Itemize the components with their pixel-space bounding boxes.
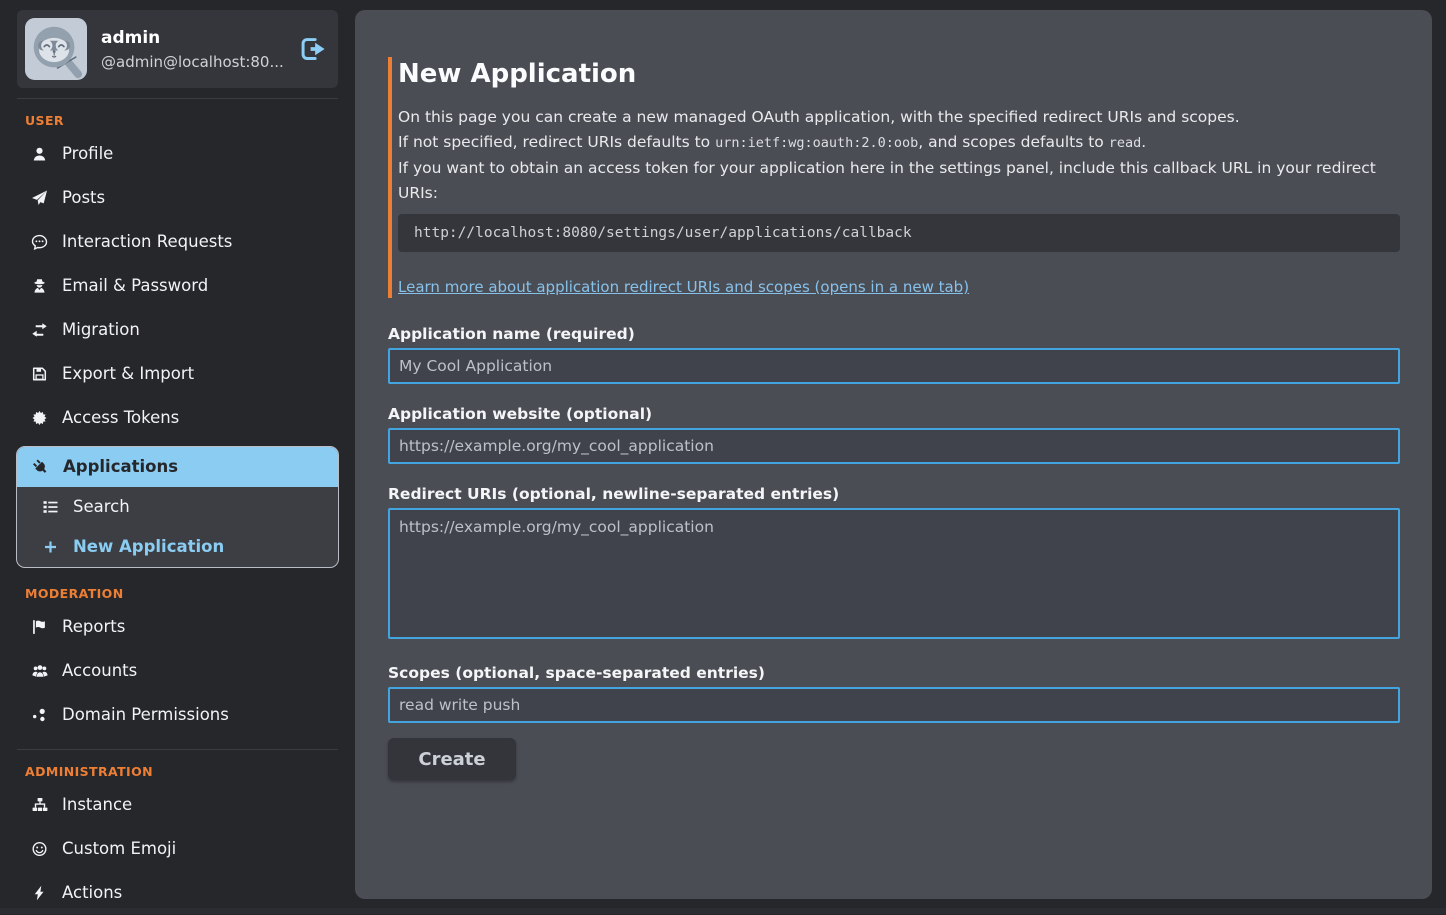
scopes-label: Scopes (optional, space-separated entrie… <box>388 665 1400 681</box>
scopes-field: Scopes (optional, space-separated entrie… <box>388 665 1400 723</box>
application-website-input[interactable] <box>388 428 1400 464</box>
sidebar-item-label: Migration <box>62 319 140 341</box>
main-panel: New Application On this page you can cre… <box>355 10 1432 899</box>
sidebar-item-label: Access Tokens <box>62 407 179 429</box>
sidebar-item-migration[interactable]: Migration <box>0 308 355 352</box>
sitemap-icon <box>30 797 49 813</box>
create-button[interactable]: Create <box>388 738 516 780</box>
inline-code-read: read <box>1109 135 1142 151</box>
sidebar-item-label: Email & Password <box>62 275 208 297</box>
applications-group: Applications Search New Application <box>16 446 339 568</box>
paper-plane-icon <box>30 190 49 206</box>
sidebar-item-access-tokens[interactable]: Access Tokens <box>0 396 355 440</box>
sidebar-subitem-label: Search <box>73 496 130 518</box>
sidebar-item-interaction-requests[interactable]: Interaction Requests <box>0 220 355 264</box>
application-name-field: Application name (required) <box>388 326 1400 384</box>
face-smile-icon <box>30 841 49 857</box>
sign-out-icon <box>298 51 326 66</box>
user-name: admin <box>101 28 284 48</box>
plug-icon <box>31 459 50 475</box>
inline-code-oob: urn:ietf:wg:oauth:2.0:oob <box>715 135 918 151</box>
comment-dots-icon <box>30 234 49 250</box>
sidebar-item-label: Custom Emoji <box>62 838 176 860</box>
sidebar-subitem-search[interactable]: Search <box>17 487 338 527</box>
user-card: admin @admin@localhost:80... <box>17 10 338 88</box>
intro-section: New Application On this page you can cre… <box>388 57 1400 298</box>
section-header-moderation: MODERATION <box>25 586 355 601</box>
logout-button[interactable] <box>298 35 326 63</box>
sidebar-item-label: Applications <box>63 456 178 478</box>
sidebar-item-custom-emoji[interactable]: Custom Emoji <box>0 827 355 871</box>
sidebar-item-label: Profile <box>62 143 113 165</box>
share-nodes-icon <box>30 707 49 723</box>
right-left-icon <box>30 322 49 338</box>
certificate-icon <box>30 410 49 426</box>
users-icon <box>30 663 49 679</box>
sidebar-item-label: Export & Import <box>62 363 194 385</box>
sidebar-item-email-password[interactable]: Email & Password <box>0 264 355 308</box>
scopes-input[interactable] <box>388 687 1400 723</box>
sidebar-item-posts[interactable]: Posts <box>0 176 355 220</box>
plus-icon <box>41 539 60 555</box>
user-icon <box>30 146 49 162</box>
intro-line-3: If you want to obtain an access token fo… <box>398 156 1400 206</box>
sidebar-item-reports[interactable]: Reports <box>0 605 355 649</box>
sidebar-item-label: Instance <box>62 794 132 816</box>
new-application-form: Application name (required) Application … <box>388 326 1400 780</box>
page-title: New Application <box>398 57 1400 91</box>
avatar <box>25 18 87 80</box>
sidebar-subitem-new-application[interactable]: New Application <box>17 527 338 567</box>
section-header-user: USER <box>25 113 355 128</box>
horizontal-scrollbar-track[interactable] <box>0 908 1446 914</box>
application-website-field: Application website (optional) <box>388 406 1400 464</box>
sidebar-item-label: Posts <box>62 187 105 209</box>
sidebar-item-label: Reports <box>62 616 125 638</box>
section-header-administration: ADMINISTRATION <box>25 764 355 779</box>
sidebar-item-label: Interaction Requests <box>62 231 232 253</box>
intro-line-2: If not specified, redirect URIs defaults… <box>398 130 1400 156</box>
sidebar-item-domain-permissions[interactable]: Domain Permissions <box>0 693 355 737</box>
flag-icon <box>30 619 49 635</box>
divider <box>17 98 338 99</box>
user-handle: @admin@localhost:80... <box>101 53 284 71</box>
redirect-uris-label: Redirect URIs (optional, newline-separat… <box>388 486 1400 502</box>
application-name-label: Application name (required) <box>388 326 1400 342</box>
sidebar-subitem-label: New Application <box>73 536 224 558</box>
sidebar: admin @admin@localhost:80... USER Profil… <box>0 0 355 908</box>
floppy-disk-icon <box>30 366 49 382</box>
redirect-uris-textarea[interactable] <box>388 508 1400 639</box>
callback-url-codeblock: http://localhost:8080/settings/user/appl… <box>398 214 1400 252</box>
sloth-avatar-image <box>25 18 87 80</box>
application-website-label: Application website (optional) <box>388 406 1400 422</box>
sidebar-item-profile[interactable]: Profile <box>0 132 355 176</box>
sidebar-item-accounts[interactable]: Accounts <box>0 649 355 693</box>
application-name-input[interactable] <box>388 348 1400 384</box>
bolt-icon <box>30 885 49 901</box>
sidebar-item-label: Domain Permissions <box>62 704 229 726</box>
sidebar-item-label: Actions <box>62 882 122 904</box>
sidebar-item-instance[interactable]: Instance <box>0 783 355 827</box>
sidebar-item-applications[interactable]: Applications <box>17 447 338 487</box>
sidebar-item-export-import[interactable]: Export & Import <box>0 352 355 396</box>
list-icon <box>41 499 60 515</box>
divider <box>17 749 338 750</box>
user-info: admin @admin@localhost:80... <box>101 28 284 71</box>
sidebar-item-label: Accounts <box>62 660 137 682</box>
user-secret-icon <box>30 278 49 294</box>
redirect-uris-field: Redirect URIs (optional, newline-separat… <box>388 486 1400 643</box>
learn-more-link[interactable]: Learn more about application redirect UR… <box>398 278 969 296</box>
intro-line-1: On this page you can create a new manage… <box>398 105 1400 130</box>
